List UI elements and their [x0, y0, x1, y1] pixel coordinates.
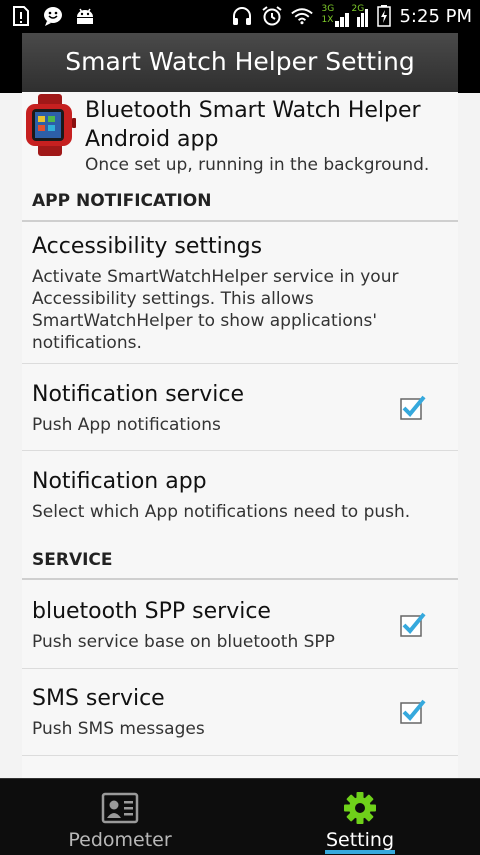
- chat-smile-icon: [44, 7, 62, 26]
- sd-card-warning-icon: [13, 6, 29, 26]
- gear-icon: [344, 792, 376, 824]
- sms-service-checkbox[interactable]: [400, 698, 426, 724]
- pref-notification-service[interactable]: Notification service Push App notificati…: [22, 364, 458, 450]
- list-divider: [22, 755, 458, 756]
- network-type-3g: 3G: [321, 4, 335, 14]
- battery-charging-icon: [377, 5, 392, 27]
- pref-summary: Select which App notifications need to p…: [32, 502, 411, 522]
- pref-title: bluetooth SPP service: [32, 599, 271, 624]
- section-header-service: SERVICE: [32, 550, 113, 570]
- app-subtitle: Once set up, running in the background.: [85, 155, 430, 175]
- wifi-icon: [291, 8, 314, 25]
- pref-accessibility-settings[interactable]: Accessibility settings Activate SmartWat…: [22, 222, 458, 362]
- tab-setting[interactable]: Setting: [240, 779, 480, 855]
- bluetooth-spp-checkbox[interactable]: [400, 611, 426, 637]
- network-type-1x: 1X: [321, 15, 334, 25]
- bottom-tab-bar: Pedometer Setting: [0, 778, 480, 855]
- pref-summary: Push service base on bluetooth SPP: [32, 632, 335, 652]
- pref-title: Notification service: [32, 382, 245, 407]
- signal-indicator: 3G 1X 2G: [321, 4, 369, 27]
- section-header-app-notification: APP NOTIFICATION: [32, 191, 212, 211]
- tab-pedometer[interactable]: Pedometer: [0, 779, 240, 855]
- app-title: Bluetooth Smart Watch Helper Android app: [85, 96, 455, 154]
- app-info-header: Bluetooth Smart Watch Helper Android app…: [22, 92, 458, 182]
- signal-bars-icon: [335, 9, 369, 27]
- tab-label: Setting: [325, 829, 395, 851]
- pedometer-contact-card-icon: [101, 792, 139, 824]
- status-time: 5:25 PM: [399, 5, 472, 27]
- status-bar: 3G 1X 2G 5:25 PM: [0, 0, 480, 33]
- app-title-line1: Bluetooth Smart Watch Helper: [85, 98, 421, 123]
- pref-summary: Push SMS messages: [32, 719, 205, 739]
- active-tab-indicator: [325, 850, 395, 854]
- notification-service-checkbox[interactable]: [400, 394, 426, 420]
- pref-summary-line: SmartWatchHelper to show applications': [32, 311, 378, 331]
- pref-summary-line: Accessibility settings. This allows: [32, 289, 314, 309]
- pref-summary-line: Activate SmartWatchHelper service in you…: [32, 267, 399, 287]
- pref-title: SMS service: [32, 686, 165, 711]
- settings-list[interactable]: Bluetooth Smart Watch Helper Android app…: [22, 92, 458, 778]
- pref-notification-app[interactable]: Notification app Select which App notifi…: [22, 451, 458, 537]
- pref-bluetooth-spp-service[interactable]: bluetooth SPP service Push service base …: [22, 580, 458, 668]
- pref-summary: Push App notifications: [32, 415, 221, 435]
- pref-summary: Activate SmartWatchHelper service in you…: [32, 266, 442, 354]
- tab-label: Pedometer: [68, 829, 172, 851]
- pref-summary-line: notifications.: [32, 333, 142, 353]
- app-title-line2: Android app: [85, 127, 219, 152]
- alarm-icon: [262, 6, 283, 26]
- smart-watch-icon: [26, 94, 76, 156]
- headphones-icon: [233, 7, 252, 25]
- page-title: Smart Watch Helper Setting: [65, 47, 415, 76]
- pref-title: Accessibility settings: [32, 234, 263, 259]
- android-icon: [77, 8, 93, 24]
- pref-sms-service[interactable]: SMS service Push SMS messages: [22, 669, 458, 755]
- pref-title: Notification app: [32, 469, 207, 494]
